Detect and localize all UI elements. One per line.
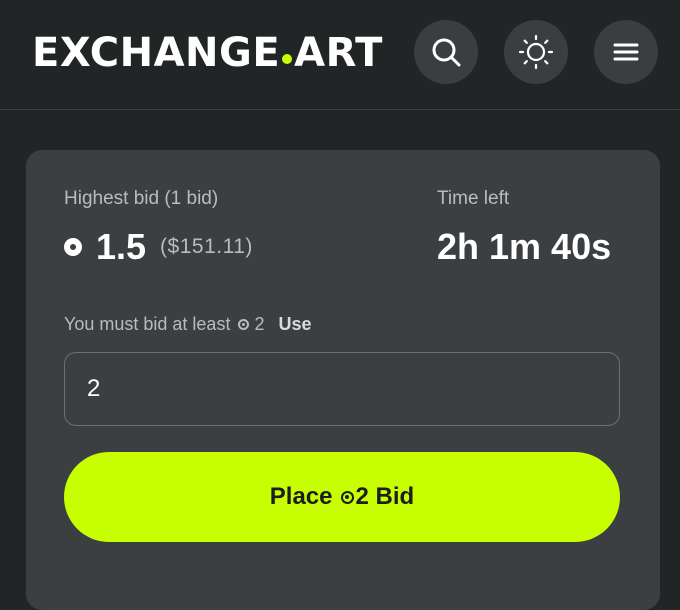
exchange-art-logo[interactable]: EXCHANGE ART: [32, 30, 383, 76]
highest-bid-text: Highest bid: [64, 188, 160, 209]
highest-bid-usd: ($151.11): [160, 235, 253, 258]
menu-icon: [613, 43, 639, 61]
min-bid-amount: 2: [254, 314, 265, 334]
sol-currency-icon: [238, 319, 250, 330]
time-left-value: 2h 1m 40s: [437, 226, 612, 267]
min-bid-prefix: You must bid at least: [64, 314, 231, 334]
highest-bid-amount: 1.5: [96, 226, 147, 267]
theme-toggle-button[interactable]: [504, 20, 568, 84]
place-bid-button[interactable]: Place 2 Bid: [64, 452, 620, 542]
search-button[interactable]: [414, 20, 478, 84]
logo-text-right: ART: [294, 30, 383, 76]
sol-currency-icon: [64, 238, 82, 256]
place-bid-suffix: Bid: [375, 483, 415, 510]
sun-icon: [518, 34, 554, 70]
time-left-label: Time left: [437, 188, 510, 209]
place-bid-prefix: Place: [269, 483, 333, 510]
search-icon: [432, 38, 461, 67]
logo-dot: [282, 54, 293, 64]
place-bid-amount: 2: [355, 483, 369, 510]
highest-bid-label: Highest bid (1 bid): [64, 188, 218, 210]
top-header: EXCHANGE ART: [0, 0, 680, 110]
highest-bid-value: 1.5 ($151.11): [64, 226, 253, 268]
sol-currency-icon: [340, 490, 354, 504]
minimum-bid-hint: You must bid at least 2 Use: [64, 314, 312, 335]
auction-card: Highest bid (1 bid) 1.5 ($151.11) Time l…: [26, 150, 660, 610]
bid-count: (1 bid): [164, 188, 219, 209]
menu-button[interactable]: [594, 20, 658, 84]
bid-amount-input[interactable]: [64, 352, 620, 426]
use-min-bid-button[interactable]: Use: [278, 314, 311, 335]
logo-text-left: EXCHANGE: [32, 30, 281, 76]
